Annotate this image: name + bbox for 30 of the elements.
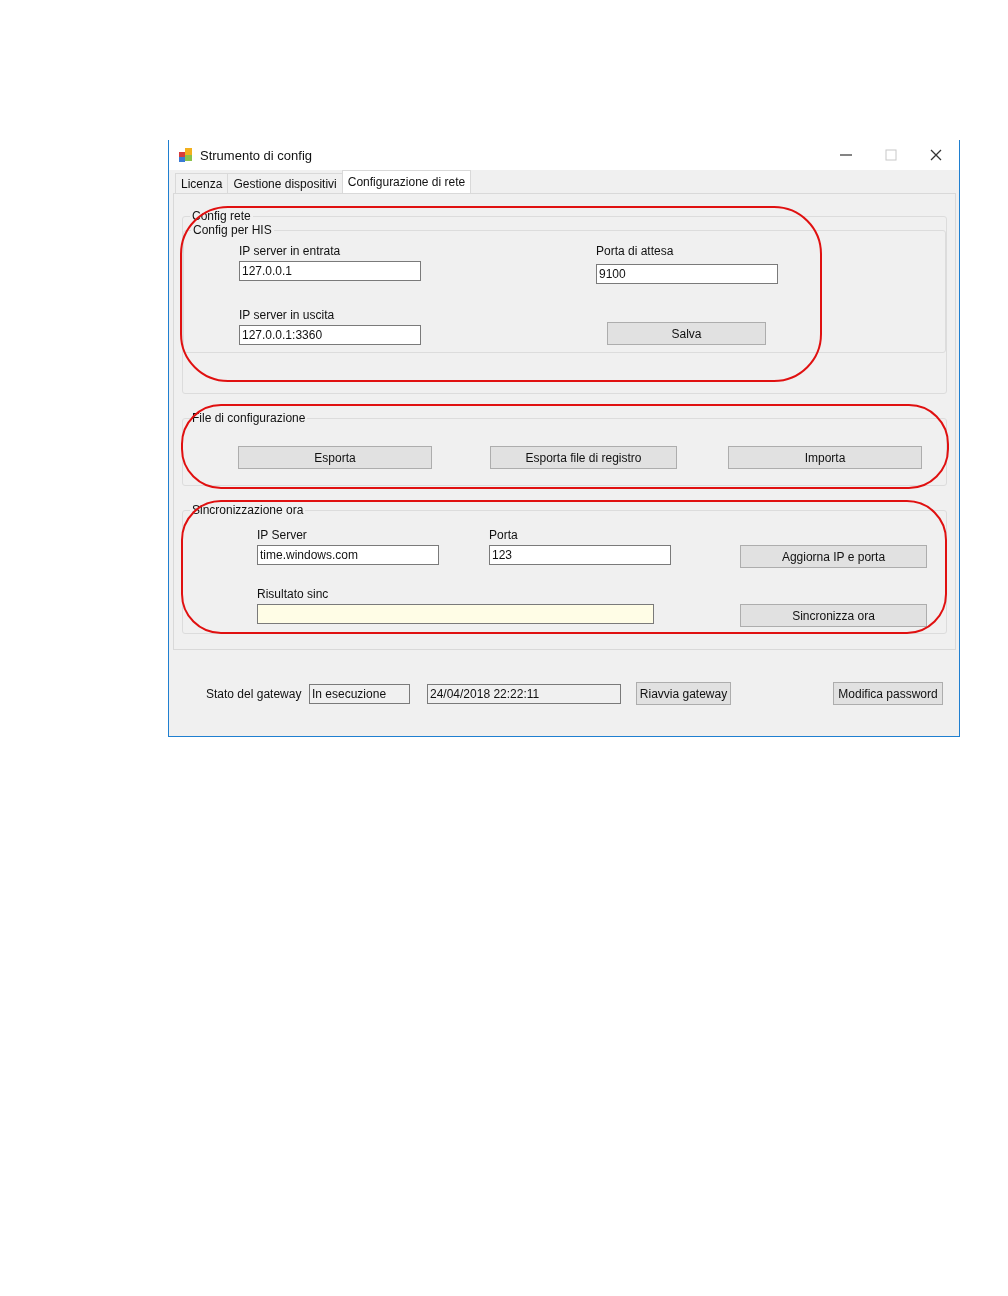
input-field[interactable]: 127.0.0.1 bbox=[239, 261, 421, 281]
action-button[interactable]: Importa bbox=[728, 446, 922, 469]
sync-button[interactable]: Sincronizza ora bbox=[740, 604, 927, 627]
tab[interactable]: Configurazione di rete bbox=[341, 170, 472, 193]
change-password-button[interactable]: Modifica password bbox=[833, 682, 943, 705]
field-label: IP Server bbox=[257, 528, 308, 542]
input-field[interactable]: 123 bbox=[489, 545, 671, 565]
status-field[interactable]: In esecuzione bbox=[309, 683, 410, 704]
result-field[interactable] bbox=[257, 604, 654, 624]
field-label: Porta bbox=[489, 528, 519, 542]
group-title: Config per HIS bbox=[192, 223, 273, 237]
field-label: IP server in entrata bbox=[239, 244, 342, 258]
status-label: Stato del gateway bbox=[206, 686, 303, 701]
timestamp-field[interactable]: 24/04/2018 22:22:11 bbox=[427, 683, 621, 704]
window-title: Strumento di config bbox=[200, 147, 312, 163]
update-button[interactable]: Aggiorna IP e porta bbox=[740, 545, 927, 568]
input-field[interactable]: 127.0.0.1:3360 bbox=[239, 325, 421, 345]
save-button[interactable]: Salva bbox=[607, 322, 766, 345]
field-label: IP server in uscita bbox=[239, 308, 336, 322]
app-icon bbox=[178, 147, 194, 163]
restart-button[interactable]: Riavvia gateway bbox=[636, 682, 731, 705]
tab[interactable]: Licenza bbox=[175, 173, 229, 193]
tab[interactable]: Gestione dispositivi bbox=[227, 173, 343, 193]
field-label: Risultato sinc bbox=[257, 587, 330, 601]
action-button[interactable]: Esporta file di registro bbox=[490, 446, 677, 469]
input-field[interactable]: 9100 bbox=[596, 264, 778, 284]
close-icon[interactable] bbox=[930, 149, 942, 161]
field-label: Porta di attesa bbox=[596, 244, 675, 258]
action-button[interactable]: Esporta bbox=[238, 446, 432, 469]
input-field[interactable]: time.windows.com bbox=[257, 545, 439, 565]
